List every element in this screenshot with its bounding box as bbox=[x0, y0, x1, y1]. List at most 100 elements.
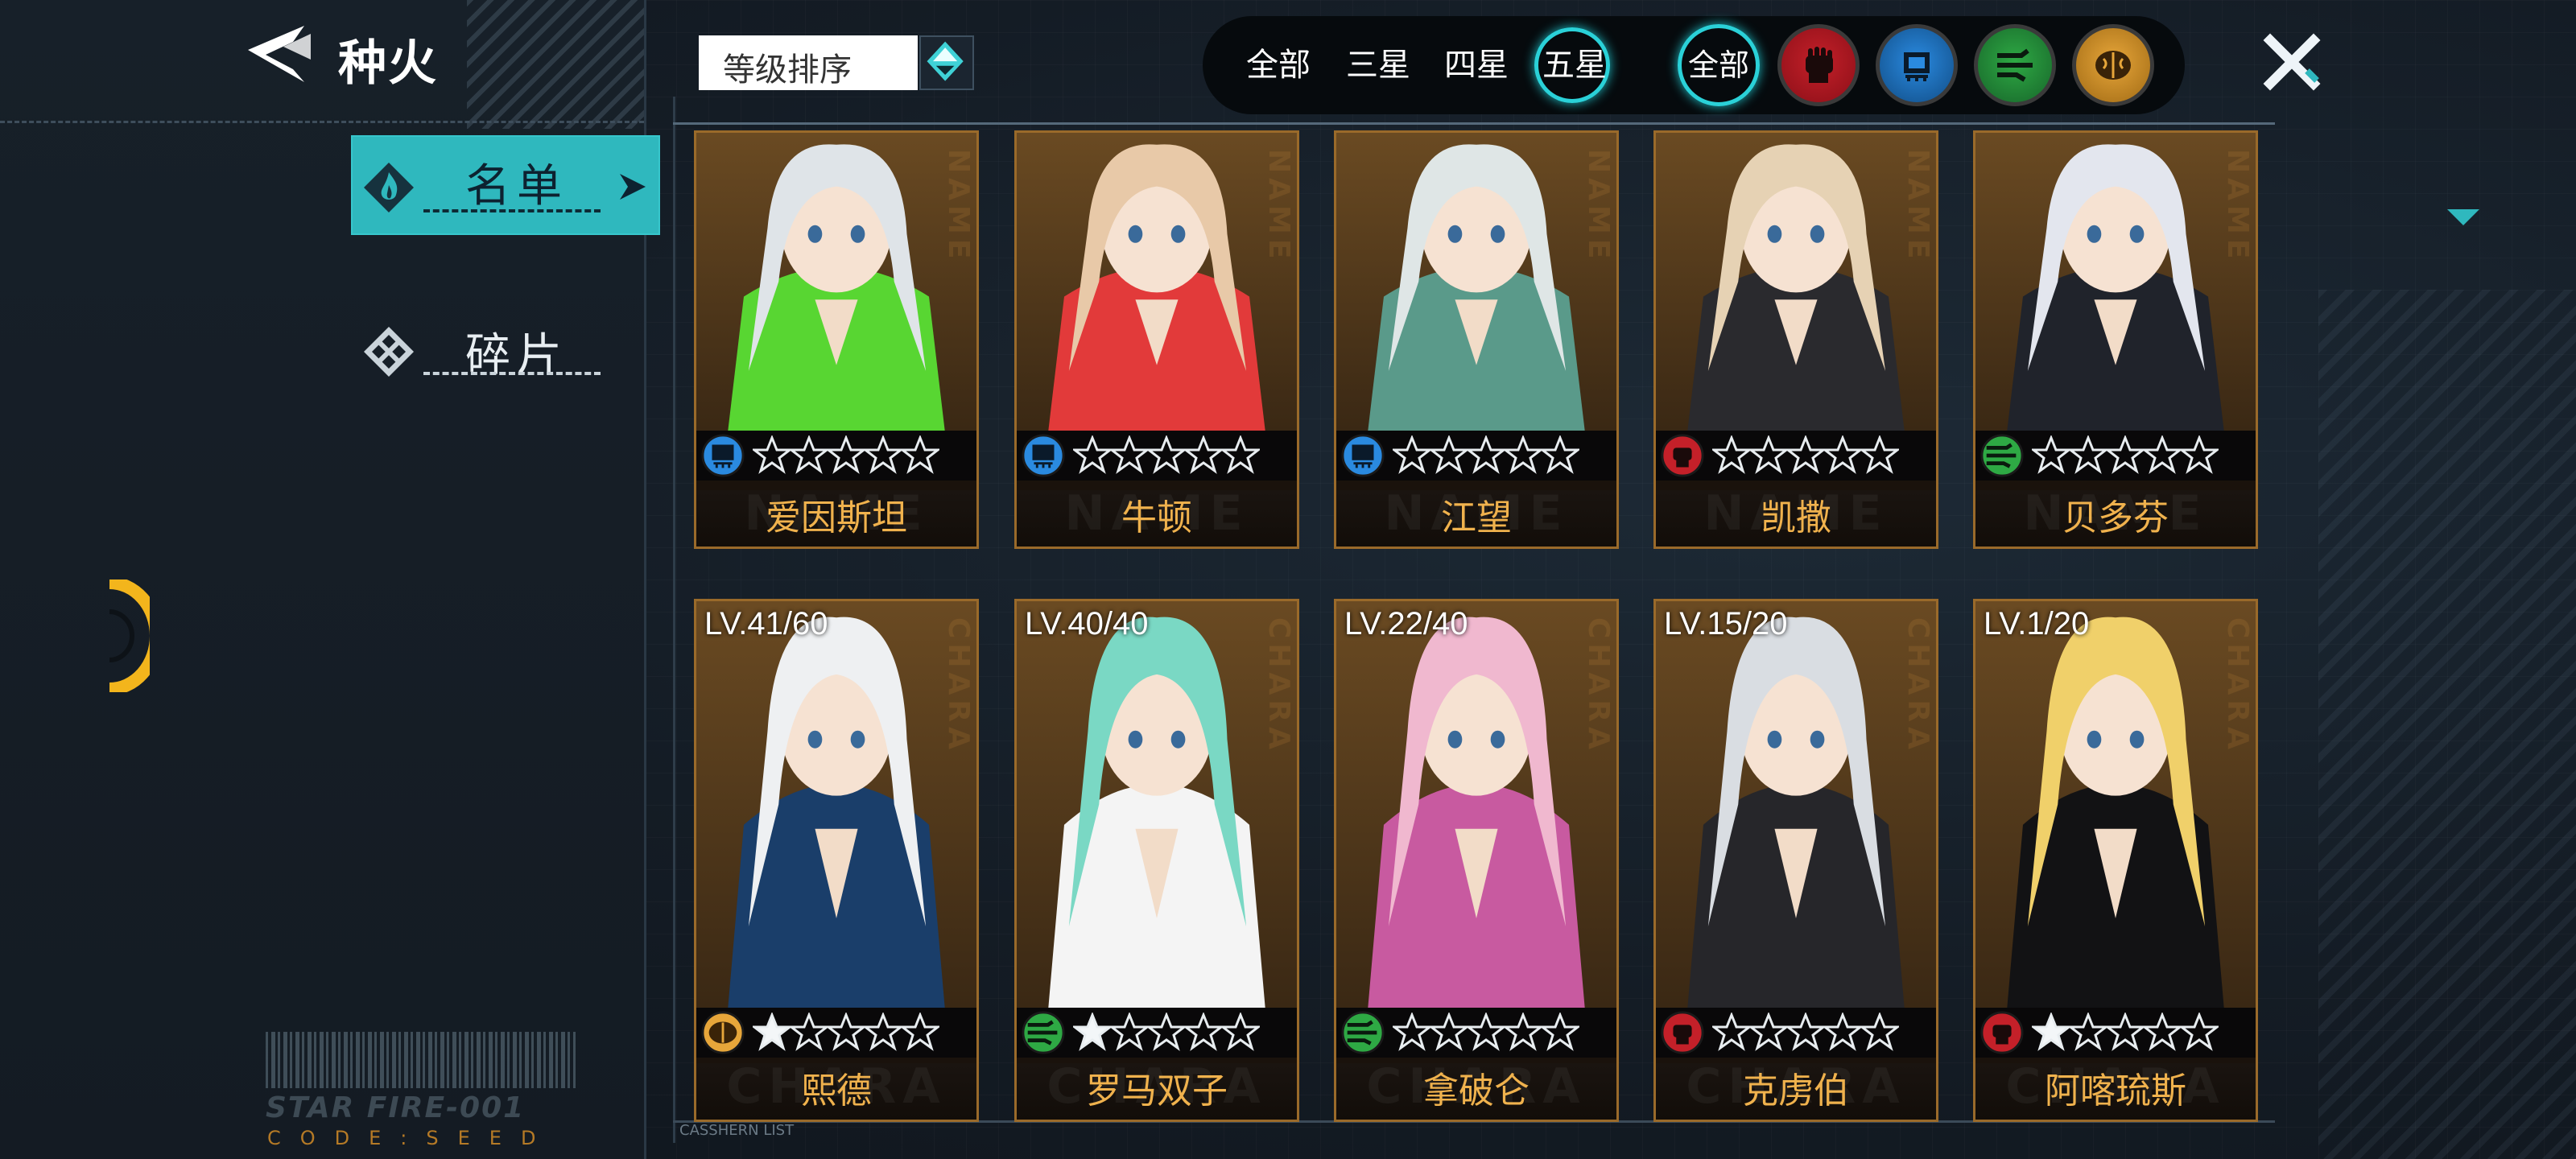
character-name: 爱因斯坦 bbox=[766, 497, 907, 538]
card-watermark: CHARA bbox=[1262, 617, 1295, 754]
filter-star-5[interactable]: 五星 bbox=[1542, 16, 1607, 114]
background-stripes bbox=[2318, 290, 2576, 1159]
fist-class-icon bbox=[1980, 1011, 2024, 1054]
star-icon bbox=[1784, 434, 1827, 477]
star-icon bbox=[1145, 1011, 1188, 1054]
star-rating bbox=[1390, 434, 1582, 477]
character-name: 凯撒 bbox=[1761, 497, 1831, 538]
character-name: 熙德 bbox=[801, 1070, 872, 1112]
character-name-bar: CHARA 阿喀琉斯 bbox=[1975, 1058, 2256, 1120]
character-name: 拿破仑 bbox=[1423, 1070, 1530, 1112]
character-card[interactable]: NAME NAME 贝多芬 bbox=[1973, 130, 2258, 549]
fist-class-icon bbox=[1661, 1011, 1704, 1054]
character-name: 罗马双子 bbox=[1086, 1070, 1228, 1112]
filter-star-4[interactable]: 四星 bbox=[1444, 16, 1509, 114]
star-icon bbox=[1858, 434, 1901, 477]
star-icon bbox=[2066, 434, 2110, 477]
character-portrait bbox=[696, 133, 976, 431]
star-rating bbox=[1710, 1011, 1901, 1054]
filter-star-all[interactable]: 全部 bbox=[1246, 16, 1311, 114]
sort-label: 等级排序 bbox=[723, 52, 852, 89]
code-seed-label: CODE:SEED bbox=[267, 1127, 555, 1149]
side-drawer-handle[interactable] bbox=[105, 576, 163, 695]
character-name-bar: CHARA 克虏伯 bbox=[1656, 1058, 1936, 1120]
rank-row bbox=[1017, 431, 1297, 481]
star-rating bbox=[1071, 1011, 1262, 1054]
decor-stripes bbox=[467, 0, 644, 129]
character-card[interactable]: NAME NAME 牛顿 bbox=[1014, 130, 1299, 549]
character-portrait bbox=[1336, 601, 1616, 1008]
star-icon bbox=[1390, 434, 1434, 477]
chip-class-icon bbox=[701, 434, 745, 477]
sort-dropdown[interactable]: 等级排序 bbox=[699, 35, 918, 90]
star-icon bbox=[2103, 1011, 2147, 1054]
character-portrait bbox=[1656, 133, 1936, 431]
star-icon bbox=[824, 1011, 868, 1054]
character-card[interactable]: CHARA LV.15/20 CHARA 克虏伯 bbox=[1653, 599, 1938, 1122]
character-card[interactable]: CHARA LV.40/40 CHARA 罗马双子 bbox=[1014, 599, 1299, 1122]
tab-roster[interactable]: 名单 bbox=[351, 135, 660, 235]
filter-class-chip[interactable] bbox=[1876, 24, 1958, 106]
chevron-right-icon bbox=[620, 174, 646, 200]
character-name-bar: NAME 牛顿 bbox=[1017, 485, 1297, 547]
star-icon bbox=[898, 1011, 942, 1054]
star-icon bbox=[1747, 1011, 1790, 1054]
star-icon bbox=[824, 434, 868, 477]
star-icon bbox=[1071, 434, 1114, 477]
filter-class-fist[interactable] bbox=[1777, 24, 1860, 106]
brain-class-icon bbox=[701, 1011, 745, 1054]
character-name-bar: NAME 江望 bbox=[1336, 485, 1616, 547]
star-icon bbox=[1821, 1011, 1864, 1054]
star-icon bbox=[1108, 434, 1151, 477]
chip-class-icon bbox=[1341, 434, 1385, 477]
character-name-bar: CHARA 拿破仑 bbox=[1336, 1058, 1616, 1120]
character-name: 克虏伯 bbox=[1743, 1070, 1849, 1112]
star-icon bbox=[2029, 434, 2073, 477]
character-card[interactable]: NAME NAME 江望 bbox=[1334, 130, 1619, 549]
star-icon bbox=[1538, 434, 1582, 477]
tab-fragments[interactable]: 碎片 bbox=[351, 306, 660, 406]
filter-class-all[interactable]: 全部 bbox=[1678, 24, 1760, 106]
circuit-class-icon bbox=[1022, 1011, 1065, 1054]
filter-class-circuit[interactable] bbox=[1974, 24, 2056, 106]
star-icon bbox=[861, 1011, 905, 1054]
filter-class-brain[interactable] bbox=[2072, 24, 2154, 106]
character-level: LV.15/20 bbox=[1664, 606, 1788, 641]
character-card[interactable]: CHARA LV.41/60 CHARA 熙德 bbox=[694, 599, 979, 1122]
star-icon bbox=[1464, 1011, 1508, 1054]
tab-underline bbox=[423, 372, 601, 375]
character-portrait bbox=[1656, 601, 1936, 1008]
character-card[interactable]: NAME NAME 凯撒 bbox=[1653, 130, 1938, 549]
star-icon bbox=[1219, 434, 1262, 477]
star-icon bbox=[2066, 1011, 2110, 1054]
character-card[interactable]: CHARA LV.1/20 CHARA 阿喀琉斯 bbox=[1973, 599, 2258, 1122]
rank-row bbox=[1656, 1008, 1936, 1058]
character-name-bar: NAME 凯撒 bbox=[1656, 485, 1936, 547]
star-rating bbox=[2029, 1011, 2221, 1054]
star-icon bbox=[750, 434, 794, 477]
star-icon bbox=[898, 434, 942, 477]
filter-star-3[interactable]: 三星 bbox=[1346, 16, 1410, 114]
brain-icon bbox=[2095, 51, 2131, 80]
star-rating bbox=[750, 434, 942, 477]
character-level: LV.40/40 bbox=[1025, 606, 1149, 641]
circuit-class-icon bbox=[1980, 434, 2024, 477]
star-icon bbox=[2140, 1011, 2184, 1054]
close-button[interactable] bbox=[2262, 32, 2322, 92]
star-icon bbox=[1710, 434, 1753, 477]
star-icon bbox=[1501, 434, 1545, 477]
rank-row bbox=[696, 431, 976, 481]
character-level: LV.22/40 bbox=[1344, 606, 1468, 641]
card-watermark: NAME bbox=[1582, 149, 1615, 264]
star-icon bbox=[861, 434, 905, 477]
fire-emblem-icon bbox=[364, 163, 414, 212]
back-button[interactable] bbox=[242, 23, 314, 85]
character-name: 江望 bbox=[1441, 497, 1512, 538]
character-card[interactable]: CHARA LV.22/40 CHARA 拿破仑 bbox=[1334, 599, 1619, 1122]
sort-order-toggle[interactable] bbox=[919, 35, 974, 90]
character-card[interactable]: NAME NAME 爱因斯坦 bbox=[694, 130, 979, 549]
barcode bbox=[266, 1032, 576, 1088]
star-icon bbox=[1145, 434, 1188, 477]
character-level: LV.41/60 bbox=[704, 606, 828, 641]
star-icon bbox=[1427, 1011, 1471, 1054]
